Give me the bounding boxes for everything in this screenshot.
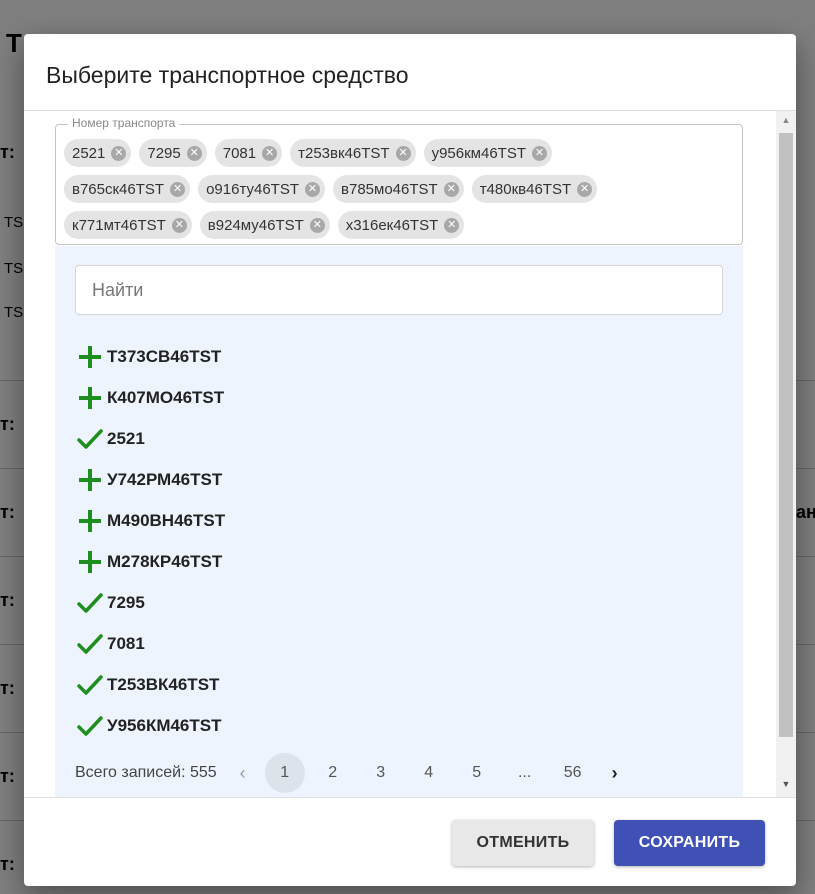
- next-page-icon[interactable]: ›: [601, 753, 629, 793]
- vehicle-list-item[interactable]: М278КР46TST: [75, 541, 475, 582]
- vehicle-list-item[interactable]: Т373СВ46TST: [75, 336, 475, 377]
- check-icon[interactable]: [75, 670, 105, 700]
- chip-remove-icon[interactable]: ✕: [395, 145, 411, 161]
- chip-row: в765ск46TST ✕ о916ту46TST ✕ в785мо46TST ✕ т480…: [64, 171, 734, 207]
- vehicle-list-item[interactable]: 2521: [75, 418, 475, 459]
- chip-remove-icon[interactable]: ✕: [305, 181, 321, 197]
- vehicle-chip: о916ту46TST ✕: [198, 175, 326, 203]
- vehicle-chip: к771мт46TST ✕: [64, 211, 192, 239]
- vehicle-list-item[interactable]: У742РМ46TST: [75, 459, 475, 500]
- page-button[interactable]: 3: [361, 753, 401, 793]
- vehicle-chip: в765ск46TST ✕: [64, 175, 191, 203]
- vehicle-select-dialog: Выберите транспортное средство Номер тра…: [24, 34, 796, 886]
- plus-icon[interactable]: [75, 506, 105, 536]
- dialog-title: Выберите транспортное средство: [46, 62, 409, 88]
- chip-remove-icon[interactable]: ✕: [111, 145, 127, 161]
- plus-icon[interactable]: [75, 342, 105, 372]
- vehicle-list-panel: Т373СВ46TST К407МО46TST 2521 У742РМ46TST М49…: [55, 246, 743, 797]
- chip-label: в924му46TST: [207, 216, 304, 234]
- chip-label: х316ек46TST: [345, 216, 439, 234]
- vehicle-chip: 7081 ✕: [214, 139, 283, 167]
- chip-remove-icon[interactable]: ✕: [577, 181, 593, 197]
- chip-remove-icon[interactable]: ✕: [262, 145, 278, 161]
- check-icon[interactable]: [75, 588, 105, 618]
- chip-label: т480кв46TST: [479, 180, 572, 198]
- chip-remove-icon[interactable]: ✕: [532, 145, 547, 161]
- vehicle-list-item[interactable]: 7295: [75, 582, 475, 623]
- save-button[interactable]: СОХРАНИТЬ: [614, 820, 765, 866]
- chip-remove-icon[interactable]: ✕: [309, 217, 325, 233]
- chip-label: к771мт46TST: [72, 216, 166, 234]
- chip-remove-icon[interactable]: ✕: [444, 217, 460, 233]
- check-icon[interactable]: [75, 424, 105, 454]
- vehicle-chip: в785мо46TST ✕: [333, 175, 464, 203]
- plus-icon[interactable]: [75, 465, 105, 495]
- pagination-ellipsis: ...: [517, 764, 532, 781]
- scroll-thumb[interactable]: [779, 133, 793, 737]
- prev-page-icon[interactable]: ‹: [229, 753, 257, 793]
- plus-icon[interactable]: [75, 383, 105, 413]
- chip-row: к771мт46TST ✕ в924му46TST ✕ х316ек46TST ✕: [64, 207, 734, 243]
- cancel-button[interactable]: ОТМЕНИТЬ: [452, 820, 594, 866]
- vehicle-label: У742РМ46TST: [107, 469, 223, 489]
- page-button[interactable]: 4: [409, 753, 449, 793]
- chip-remove-icon[interactable]: ✕: [171, 217, 187, 233]
- vehicle-label: К407МО46TST: [107, 387, 225, 407]
- vehicle-list: Т373СВ46TST К407МО46TST 2521 У742РМ46TST М49…: [75, 336, 475, 746]
- vehicle-label: Т253ВК46TST: [107, 674, 220, 694]
- vehicle-chip: в924му46TST ✕: [199, 211, 330, 239]
- field-label: Номер транспорта: [68, 116, 180, 130]
- vehicle-chip: у956км46TST ✕: [423, 139, 552, 167]
- vehicle-label: М278КР46TST: [107, 551, 223, 571]
- page-button[interactable]: 1: [264, 753, 305, 793]
- chip-label: в785мо46TST: [341, 180, 438, 198]
- vehicle-label: М490ВН46TST: [107, 510, 226, 530]
- vehicle-number-field[interactable]: Номер транспорта 2521 ✕ 7295 ✕ 7081 ✕ т253вк46…: [55, 116, 743, 245]
- vehicle-list-item[interactable]: К407МО46TST: [75, 377, 475, 418]
- vehicle-list-item[interactable]: 7081: [75, 623, 475, 664]
- page-button[interactable]: 56: [553, 753, 593, 793]
- page-button[interactable]: 5: [457, 753, 497, 793]
- vehicle-label: 2521: [107, 428, 145, 448]
- chip-label: у956км46TST: [431, 144, 526, 162]
- vehicle-chip: х316ек46TST ✕: [337, 211, 465, 239]
- check-icon[interactable]: [75, 629, 105, 659]
- vehicle-chip: т253вк46TST ✕: [290, 139, 416, 167]
- chip-label: в765ск46TST: [72, 180, 165, 198]
- chip-label: 7081: [222, 144, 257, 162]
- chip-label: т253вк46TST: [298, 144, 390, 162]
- pagination: Всего записей: 555 ‹ 1 2 3 4 5... 56 ›: [75, 753, 637, 793]
- scroll-up-arrow-icon[interactable]: ▲: [776, 115, 796, 129]
- chip-row: 2521 ✕ 7295 ✕ 7081 ✕ т253вк46TST ✕ у956км46TST ✕: [64, 135, 734, 171]
- chip-label: 2521: [72, 144, 106, 162]
- dialog-content: Номер транспорта 2521 ✕ 7295 ✕ 7081 ✕ т253вк46…: [24, 110, 796, 798]
- chip-remove-icon[interactable]: ✕: [170, 181, 186, 197]
- vehicle-label: У956КМ46TST: [107, 715, 222, 735]
- check-icon[interactable]: [75, 711, 105, 741]
- vehicle-list-item[interactable]: М490ВН46TST: [75, 500, 475, 541]
- scroll-down-arrow-icon[interactable]: ▼: [776, 779, 796, 793]
- plus-icon[interactable]: [75, 547, 105, 577]
- page-button[interactable]: 2: [313, 753, 353, 793]
- total-records: Всего записей: 555: [75, 764, 217, 781]
- vehicle-list-item[interactable]: Т253ВК46TST: [75, 664, 475, 705]
- selected-chips: 2521 ✕ 7295 ✕ 7081 ✕ т253вк46TST ✕ у956км46TST ✕ в…: [64, 135, 734, 243]
- vehicle-chip: т480кв46TST ✕: [471, 175, 598, 203]
- vehicle-chip: 2521 ✕: [64, 139, 132, 167]
- vehicle-list-item[interactable]: У956КМ46TST: [75, 705, 475, 746]
- chip-remove-icon[interactable]: ✕: [443, 181, 459, 197]
- chip-label: 7295: [147, 144, 181, 162]
- chip-remove-icon[interactable]: ✕: [186, 145, 202, 161]
- chip-label: о916ту46TST: [206, 180, 300, 198]
- search-input[interactable]: [75, 265, 723, 315]
- vehicle-label: Т373СВ46TST: [107, 346, 222, 366]
- vehicle-label: 7295: [107, 592, 145, 612]
- scrollbar[interactable]: ▲ ▼: [776, 111, 796, 797]
- vehicle-label: 7081: [107, 633, 145, 653]
- vehicle-chip: 7295 ✕: [139, 139, 207, 167]
